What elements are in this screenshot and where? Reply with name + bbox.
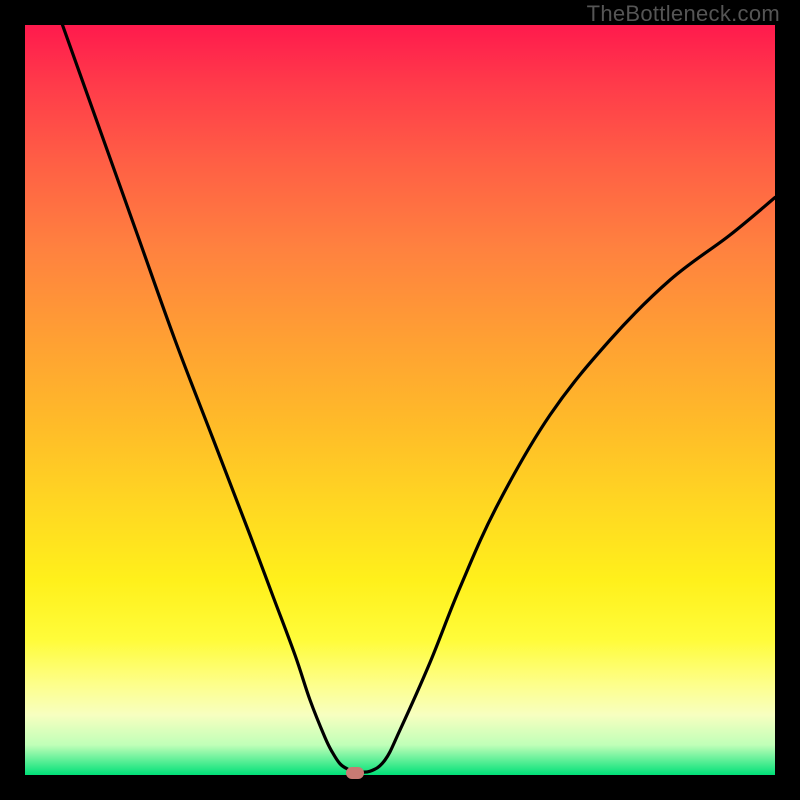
optimal-point-marker bbox=[346, 767, 364, 779]
curve-svg bbox=[25, 25, 775, 775]
watermark-text: TheBottleneck.com bbox=[587, 1, 780, 27]
bottleneck-curve-path bbox=[63, 25, 776, 772]
